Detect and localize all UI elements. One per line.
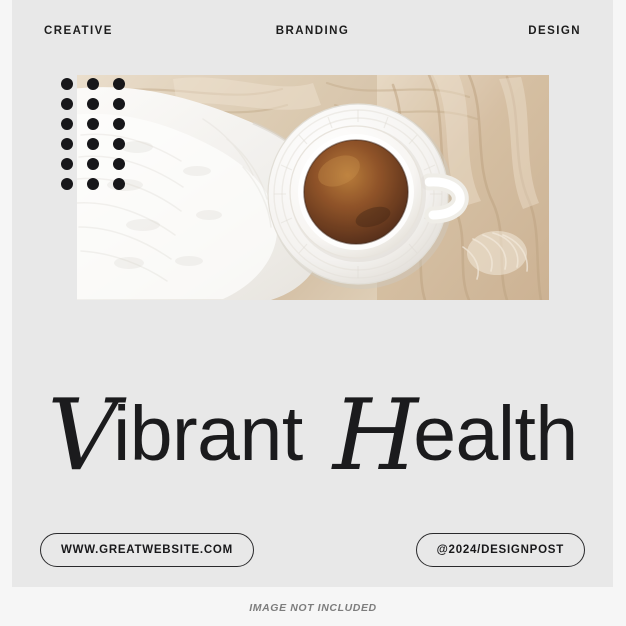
grid-dot [61, 138, 73, 150]
title-rest-ealth: ealth [413, 391, 578, 477]
grid-dot [61, 78, 73, 90]
grid-dot [113, 138, 125, 150]
grid-dot [87, 78, 99, 90]
title-initial-v: V [47, 379, 118, 493]
hero-photo [77, 75, 549, 300]
grid-dot [87, 178, 99, 190]
grid-dot [61, 158, 73, 170]
header-bar: CREATIVE BRANDING DESIGN [12, 22, 613, 42]
poster-card: CREATIVE BRANDING DESIGN Vibrant Health … [12, 0, 613, 587]
grid-dot [113, 98, 125, 110]
grid-dot [113, 78, 125, 90]
grid-dot [61, 118, 73, 130]
grid-dot [87, 158, 99, 170]
image-not-included-note: IMAGE NOT INCLUDED [249, 602, 377, 614]
website-pill-button[interactable]: WWW.GREATWEBSITE.COM [40, 533, 254, 567]
header-label-creative: CREATIVE [44, 25, 113, 37]
grid-dot [113, 118, 125, 130]
poster-canvas: CREATIVE BRANDING DESIGN Vibrant Health … [0, 0, 626, 626]
header-label-design: DESIGN [528, 25, 581, 37]
grid-dot [87, 118, 99, 130]
grid-dot [61, 98, 73, 110]
header-label-branding: BRANDING [275, 25, 350, 37]
grid-dot [113, 178, 125, 190]
grid-dot [87, 98, 99, 110]
grid-dot [61, 178, 73, 190]
title-initial-h: H [332, 379, 419, 493]
dot-grid-decoration [54, 74, 132, 194]
grid-dot [113, 158, 125, 170]
title-rest-ibrant: ibrant [113, 391, 303, 477]
grid-dot [87, 138, 99, 150]
hero-photo-artwork [77, 75, 549, 300]
poster-title: Vibrant Health [12, 378, 613, 485]
social-handle-pill-button[interactable]: @2024/DESIGNPOST [415, 533, 585, 567]
